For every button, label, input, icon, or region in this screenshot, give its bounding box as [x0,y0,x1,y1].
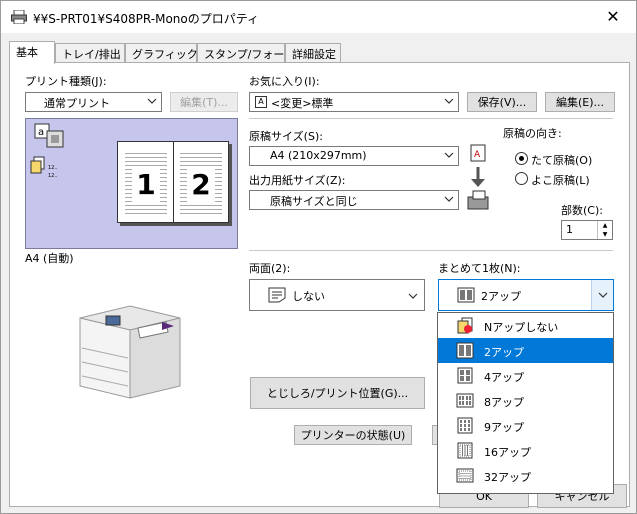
chevron-down-icon [408,293,418,299]
nine-up-icon [457,417,473,434]
tab-stamp-form[interactable]: スタンプ/フォーム [197,43,295,63]
close-button[interactable]: ✕ [590,1,636,32]
nup-option-label: Nアップしない [484,321,559,334]
stack-icon: 12.. 12.. [30,156,58,179]
landscape-radio[interactable] [515,172,528,185]
svg-text:12..: 12.. [48,173,58,179]
separator [249,118,613,119]
one-sided-icon [268,287,286,303]
properties-dialog: ¥¥S-PRT01¥S408PR-Monoのプロパティ ✕ 基本 トレイ/排出 … [0,0,637,514]
nup-label: まとめて1枚(N): [438,262,521,275]
title-bar: ¥¥S-PRT01¥S408PR-Monoのプロパティ ✕ [1,1,636,33]
nup-option-none[interactable]: Nアップしない [438,313,613,338]
print-type-label: プリント種類(J): [25,75,107,88]
tab-basic[interactable]: 基本 [9,41,55,64]
output-size-select[interactable]: 原稿サイズと同じ [249,190,459,210]
nup-option-label: 32アップ [484,471,531,484]
print-type-value: 通常プリント [44,97,110,110]
portrait-label[interactable]: たて原稿(O) [531,152,592,168]
two-up-icon [457,287,475,303]
copies-value: 1 [566,223,573,236]
two-up-icon [456,342,474,359]
chevron-down-icon [598,292,608,298]
chevron-down-icon [147,98,157,104]
favorites-a-icon: A [255,96,267,108]
tab-graphics[interactable]: グラフィックス [125,43,208,63]
print-type-edit-button[interactable]: 編集(T)... [170,92,238,112]
original-size-select[interactable]: A4 (210x297mm) [249,146,459,166]
preview-sheet: 1 2 [117,141,229,223]
chevron-down-icon [444,98,454,104]
svg-text:A: A [474,150,481,160]
preview-page-1: 1 [132,168,160,202]
tab-tray-output[interactable]: トレイ/排出 [55,43,125,63]
nup-option-2up[interactable]: 2アップ [438,338,613,363]
nup-select[interactable]: 2アップ [438,279,614,311]
preview-pane: a 12.. 12.. 1 2 [25,118,238,249]
window-title: ¥¥S-PRT01¥S408PR-Monoのプロパティ [33,12,260,26]
chevron-down-icon [444,196,454,202]
landscape-label[interactable]: よこ原稿(L) [531,172,590,188]
printer-illustration [79,305,181,399]
nup-option-32up[interactable]: 32アップ [438,463,613,488]
nup-option-label: 4アップ [484,371,524,384]
output-size-value: 原稿サイズと同じ [270,195,358,208]
favorites-edit-button[interactable]: 編集(E)... [545,92,615,112]
sixteen-up-icon [457,442,473,459]
svg-text:a: a [38,127,44,138]
eight-up-icon [456,393,474,408]
nup-value: 2アップ [481,290,521,303]
printer-status-button[interactable]: プリンターの状態(U) [294,425,412,445]
spin-up-icon[interactable]: ▲ [598,221,612,230]
original-size-label: 原稿サイズ(S): [249,130,323,143]
preview-page-2: 2 [187,168,215,202]
size-conversion-icon: A [467,144,489,210]
orientation-label: 原稿の向き: [503,127,562,140]
separator [249,250,613,251]
copies-label: 部数(C): [561,204,603,217]
duplex-select[interactable]: しない [249,279,425,311]
collate-icon: a [34,123,64,148]
margin-position-button[interactable]: とじしろ/プリント位置(G)... [250,377,425,409]
preview-paper-label: A4 (自動) [25,252,74,265]
duplex-value: しない [292,290,325,303]
nup-option-label: 8アップ [484,396,524,409]
nup-option-label: 16アップ [484,446,531,459]
nup-option-16up[interactable]: 16アップ [438,438,613,463]
nup-option-9up[interactable]: 9アップ [438,413,613,438]
original-size-value: A4 (210x297mm) [270,149,367,162]
nup-option-4up[interactable]: 4アップ [438,363,613,388]
nup-dropdown-button[interactable] [591,280,613,310]
nup-dropdown-list: Nアップしない 2アップ 4アップ 8アップ 9アップ 16アップ 32アップ [437,312,614,494]
portrait-radio[interactable] [515,152,528,165]
nup-option-label: 9アップ [484,421,524,434]
favorites-select[interactable]: A <変更>標準 [249,92,459,112]
copies-stepper[interactable]: 1 ▲ ▼ [561,220,613,240]
favorites-label: お気に入り(I): [249,75,320,88]
four-up-icon [457,367,473,384]
duplex-label: 両面(2): [249,262,291,275]
print-type-select[interactable]: 通常プリント [25,92,162,112]
favorites-value: <変更>標準 [271,97,334,110]
tab-advanced[interactable]: 詳細設定 [285,43,341,63]
chevron-down-icon [444,152,454,158]
nup-option-label: 2アップ [484,346,524,359]
close-icon: ✕ [606,7,620,26]
favorites-save-button[interactable]: 保存(V)... [467,92,537,112]
printer-icon [11,10,27,24]
no-nup-icon [457,317,473,334]
thirty-two-up-icon [456,468,474,483]
output-size-label: 出力用紙サイズ(Z): [249,174,346,187]
svg-text:12..: 12.. [48,165,58,171]
spin-down-icon[interactable]: ▼ [598,230,612,239]
nup-option-8up[interactable]: 8アップ [438,388,613,413]
